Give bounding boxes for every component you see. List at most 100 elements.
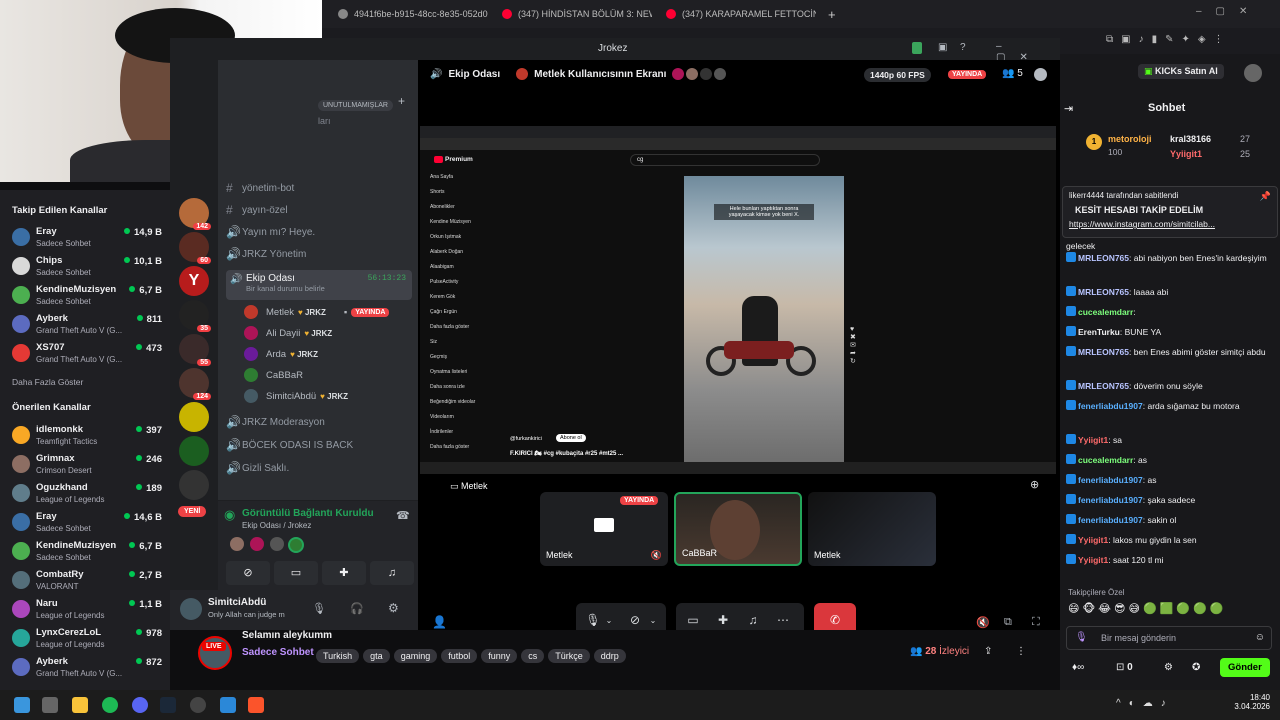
chat-username[interactable]: MRLEON765 (1078, 347, 1129, 357)
browser-tab[interactable]: (347) HİNDİSTAN BÖLÜM 3: NEW DE (502, 4, 652, 24)
server-icon[interactable] (179, 436, 209, 466)
chat-message[interactable]: fenerliabdu1907: arda sığamaz bu motora (1066, 400, 1276, 413)
yt-sidebar-item[interactable]: Daha fazla göster (430, 324, 469, 330)
yt-search-box[interactable]: cg (630, 154, 820, 166)
yt-actions[interactable]: ♥ ✖ ✉ ➦ ↻ (850, 326, 860, 456)
participant-tile[interactable]: CaBBaR (674, 492, 802, 566)
yt-sidebar-item[interactable]: Abonelikler (430, 204, 455, 210)
window-controls[interactable]: –▢✕ (1196, 6, 1261, 17)
pinned-link[interactable]: https://www.instagram.com/simitcilab... (1069, 219, 1215, 229)
server-icon[interactable]: Y (179, 266, 209, 296)
profile-avatar[interactable] (1244, 64, 1262, 82)
stream-category[interactable]: Sadece Sohbet (242, 647, 314, 658)
chat-message[interactable]: MRLEON765: laaaa abi (1066, 286, 1276, 299)
participant-tile[interactable]: YAYINDA Metlek 🔇 (540, 492, 668, 566)
chat-username[interactable]: MRLEON765 (1078, 253, 1129, 263)
chat-message[interactable]: fenerliabdu1907: as (1066, 474, 1276, 487)
channel-ekip-odasi[interactable]: 🔊 Ekip Odası Bir kanal durumu belirle 56… (226, 270, 412, 300)
chat-username[interactable]: fenerliabdu1907 (1078, 475, 1143, 485)
yt-sidebar-item[interactable]: Videolarım (430, 414, 454, 420)
zoom-icon[interactable]: ⊕ (1030, 478, 1039, 491)
app-icon[interactable] (220, 697, 236, 713)
help-icon[interactable]: ? (960, 42, 966, 53)
more-icon[interactable]: ⋮ (1016, 646, 1026, 657)
channel-item[interactable]: Ayberk Grand Theft Auto V (G... 811 (8, 311, 162, 339)
chat-bubble-icon[interactable] (1034, 68, 1047, 81)
chat-message[interactable]: ErenTurku: BUNE YA (1066, 326, 1276, 339)
chat-settings-icon[interactable]: ⚙ (1164, 662, 1173, 673)
chat-username[interactable]: MRLEON765 (1078, 287, 1129, 297)
yt-sidebar-item[interactable]: Daha fazla göster (430, 444, 469, 450)
channel-item[interactable]: idlemonkk Teamfight Tactics 397 (8, 422, 162, 450)
brave-icon[interactable] (248, 697, 264, 713)
channel-item[interactable]: 🔊 BÖCEK ODASI IS BACK (226, 435, 412, 455)
channel-item[interactable]: Oguzkhand League of Legends 189 (8, 480, 162, 508)
yt-sidebar-item[interactable]: Çağrı Ergün (430, 309, 457, 315)
yt-sidebar-item[interactable]: Kerem Gök (430, 294, 455, 300)
yt-sidebar-item[interactable]: Geçmiş (430, 354, 447, 360)
chat-message[interactable]: Yyiigit1: saat 120 tl mi (1066, 554, 1276, 567)
channel-item[interactable]: 🔊 JRKZ Moderasyon (226, 412, 412, 432)
chat-username[interactable]: cucealemdarr (1078, 307, 1133, 317)
pinned-message[interactable]: likerr4444 tarafından sabitlendi KESİT H… (1062, 186, 1278, 238)
yt-subscribe-button[interactable]: Abone ol (556, 434, 586, 442)
activities-button[interactable]: ✚ (712, 609, 734, 631)
headphones-icon[interactable]: 🎧 (350, 602, 364, 615)
yt-sidebar-item[interactable]: PulseActivity (430, 279, 458, 285)
voice-user[interactable]: Ali DayiiJRKZ (244, 323, 404, 343)
server-icon[interactable]: 55 (179, 334, 211, 366)
yt-sidebar-item[interactable]: Daha sonra izle (430, 384, 465, 390)
channel-status[interactable]: Bir kanal durumu belirle (246, 284, 325, 293)
server-icon[interactable] (179, 470, 209, 500)
chevron-down-icon[interactable]: ⌄ (642, 609, 664, 631)
voice-location[interactable]: Ekip Odası / Jrokez (242, 521, 311, 530)
spotify-icon[interactable] (102, 697, 118, 713)
discord-icon[interactable] (132, 697, 148, 713)
participant-tile[interactable]: Metlek (808, 492, 936, 566)
voice-user[interactable]: CaBBaR (244, 365, 404, 385)
channel-item[interactable]: Chips Sadece Sohbet 10,1 B (8, 253, 162, 281)
activities-button[interactable]: ✚ (322, 561, 366, 585)
yt-short-video[interactable]: Hele bunları yaptıktan sonra yaşayacak k… (684, 176, 844, 462)
chat-message[interactable]: MRLEON765: döverim onu söyle (1066, 380, 1276, 393)
server-icon[interactable]: 142 (179, 198, 211, 230)
soundboard-button[interactable]: ♫ (742, 609, 764, 631)
microphone-icon[interactable]: 🎙 (312, 602, 326, 615)
chat-username[interactable]: Yyiigit1 (1078, 535, 1108, 545)
fullscreen-icon[interactable]: ⛶ (1032, 616, 1040, 629)
screen-share-button[interactable]: ▭ (682, 609, 704, 631)
server-icon[interactable]: 35 (179, 300, 211, 332)
chat-message[interactable]: cucealemdarr: as (1066, 454, 1276, 467)
channel-item[interactable]: 🔊 JRKZ Yönetim (226, 244, 412, 264)
task-view-icon[interactable] (42, 697, 58, 713)
chat-username[interactable]: fenerliabdu1907 (1078, 515, 1143, 525)
channel-item[interactable]: Eray Sadece Sohbet 14,9 B (8, 224, 162, 252)
kicks-button[interactable]: ▣ KICKs Satın Al (1138, 64, 1224, 79)
channel-points[interactable]: ⊡ 0 (1116, 662, 1133, 673)
windows-start-icon[interactable] (14, 697, 30, 713)
yt-sidebar-item[interactable]: Orkun Işıtmak (430, 234, 461, 240)
stream-tag[interactable]: funny (481, 649, 518, 663)
voice-user[interactable]: Metlek JRKZ ▪YAYINDA (244, 302, 404, 322)
server-icon[interactable] (179, 402, 209, 432)
app-icon[interactable] (190, 697, 206, 713)
clock[interactable]: 18:40 3.04.2026 (1234, 693, 1270, 711)
channel-item[interactable]: LynxCerezLoL League of Legends 978 (8, 625, 162, 653)
chevron-down-icon[interactable]: ⌄ (598, 609, 620, 631)
chat-message[interactable]: fenerliabdu1907: şaka sadece (1066, 494, 1276, 507)
chat-username[interactable]: Yyiigit1 (1078, 435, 1108, 445)
user-avatar[interactable] (180, 598, 202, 620)
screen-share-button[interactable]: ▭ (274, 561, 318, 585)
system-tray[interactable]: ^◐☁♪ (1116, 698, 1174, 709)
stream-tag[interactable]: Türkçe (548, 649, 590, 663)
more-options-button[interactable]: ⋯ (772, 609, 794, 631)
yt-channel-handle[interactable]: @furkankirici (510, 436, 542, 442)
yt-sidebar-item[interactable]: Siz (430, 339, 437, 345)
chat-message[interactable]: Yyiigit1: lakos mu giydin la sen (1066, 534, 1276, 547)
chat-input[interactable]: 🎙 Bir mesaj gönderin ☺ (1066, 626, 1272, 650)
soundboard-button[interactable]: ♫ (370, 561, 414, 585)
participant-count[interactable]: 👥 5 (1002, 68, 1023, 79)
chat-tool-icon[interactable]: ✪ (1192, 662, 1200, 673)
inbox-icon[interactable]: ▣ (938, 42, 947, 53)
yt-sidebar-item[interactable]: Ana Sayfa (430, 174, 453, 180)
